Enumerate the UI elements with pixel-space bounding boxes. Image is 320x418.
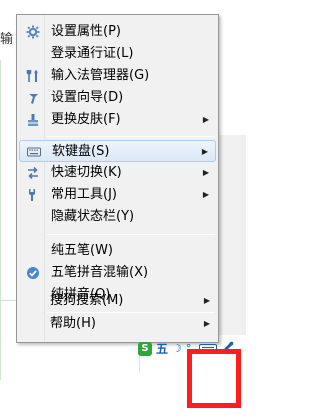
menu-separator [47, 136, 215, 137]
menu-item-label: 隐藏状态栏(Y) [51, 209, 135, 224]
menu-item-settings[interactable]: 设置属性(P) [19, 21, 216, 43]
menu-item-label: 帮助(H) [50, 316, 96, 331]
submenu-arrow-icon: ▶ [203, 319, 210, 328]
wand-icon [25, 90, 41, 106]
switch-icon [25, 165, 41, 181]
submenu-arrow-icon: ▶ [201, 147, 208, 156]
menu-item-label: 快速切换(K) [51, 165, 122, 180]
input-mode-toggle[interactable]: 五 [156, 340, 168, 357]
background-divider [0, 300, 16, 301]
submenu-arrow-icon: ▶ [202, 115, 209, 124]
menu-item-change-skin[interactable]: 更换皮肤(F) ▶ [19, 109, 216, 131]
menu-item-sogou-search[interactable]: 搜狗搜索(M) ▶ [18, 290, 217, 312]
menu-item-label: 设置向导(D) [51, 90, 124, 105]
keyboard-icon [26, 144, 42, 160]
background-text: 输 [0, 32, 14, 47]
annotation-highlight-box [187, 349, 241, 408]
menu-item-label: 搜狗搜索(M) [50, 293, 124, 308]
submenu-arrow-icon: ▶ [202, 190, 209, 199]
screen: 输 设置属性(P) 登录通行证(L) 输入法管理器(G) 设置向导(D) 更换皮… [0, 0, 246, 418]
menu-item-help[interactable]: 帮助(H) ▶ [18, 313, 217, 335]
menu-item-label: 五笔拼音混输(X) [51, 265, 149, 280]
menu-item-quick-switch[interactable]: 快速切换(K) ▶ [19, 162, 216, 184]
wrench-icon [25, 187, 41, 203]
brush-icon [25, 112, 41, 128]
menu-item-label: 更换皮肤(F) [51, 112, 121, 127]
menu-item-login[interactable]: 登录通行证(L) [19, 43, 216, 65]
check-icon [25, 265, 41, 281]
submenu-arrow-icon: ▶ [202, 168, 209, 177]
submenu-arrow-icon: ▶ [203, 296, 210, 305]
gear-icon [25, 24, 41, 40]
menu-item-hide-status-bar[interactable]: 隐藏状态栏(Y) [19, 206, 216, 228]
menu-item-label: 设置属性(P) [51, 24, 121, 39]
menu-item-setup-wizard[interactable]: 设置向导(D) [19, 87, 216, 109]
menu-item-soft-keyboard[interactable]: 软键盘(S) ▶ [19, 140, 216, 162]
menu-item-wubi-pinyin-mixed[interactable]: 五笔拼音混输(X) [19, 262, 216, 284]
menu-item-ime-manager[interactable]: 输入法管理器(G) [19, 65, 216, 87]
half-width-icon[interactable]: ☽ [172, 342, 182, 355]
menu-item-label: 软键盘(S) [52, 144, 110, 159]
background-divider [0, 60, 1, 380]
tools-icon [25, 68, 41, 84]
sogou-logo-icon[interactable]: S [138, 341, 152, 356]
menu-item-common-tools[interactable]: 常用工具(J) ▶ [19, 184, 216, 206]
menu-item-label: 纯五笔(W) [51, 243, 113, 258]
menu-item-label: 输入法管理器(G) [51, 68, 150, 83]
menu-item-pure-wubi[interactable]: 纯五笔(W) [19, 240, 216, 262]
menu-item-label: 常用工具(J) [51, 187, 117, 202]
menu-item-label: 登录通行证(L) [51, 46, 134, 61]
menu-separator [47, 234, 215, 235]
